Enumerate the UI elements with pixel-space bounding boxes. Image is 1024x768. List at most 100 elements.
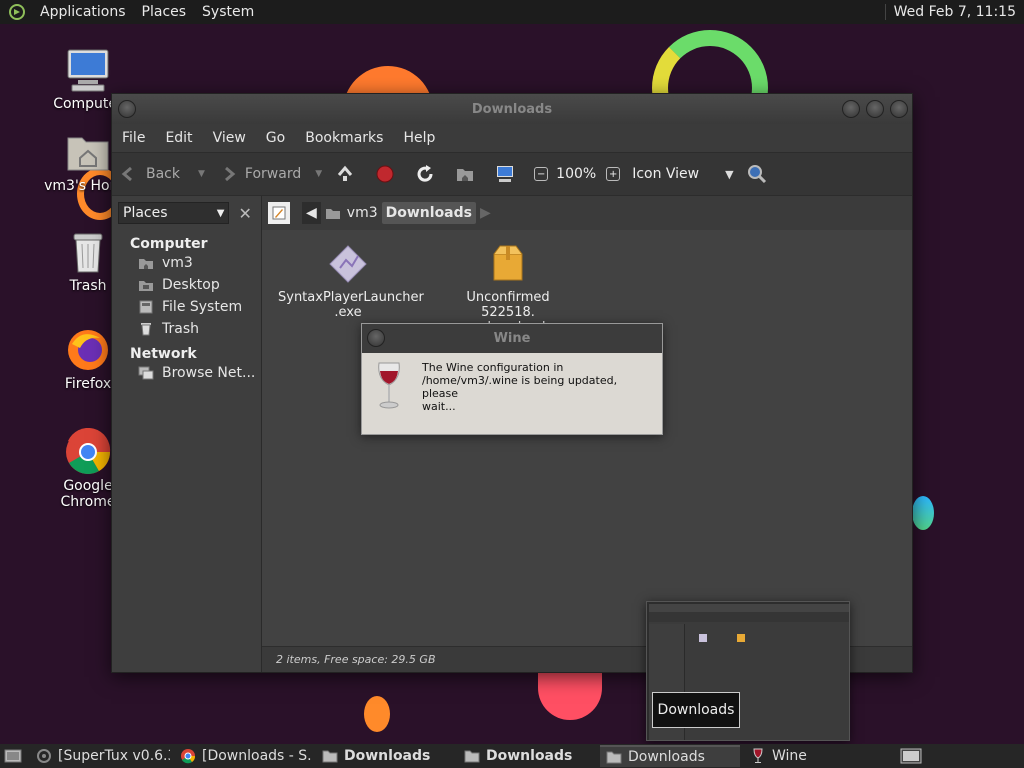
supertux-icon [36, 748, 52, 764]
reload-button[interactable] [408, 153, 448, 195]
desktop-icon-label: Trash [69, 278, 107, 294]
network-icon [138, 365, 154, 381]
sidebar-section-network: Network [130, 346, 197, 362]
window-title: Downloads [471, 101, 553, 117]
menu-places[interactable]: Places [134, 4, 195, 20]
window-titlebar[interactable]: Downloads [112, 94, 912, 124]
back-button[interactable]: Back ▼ [112, 153, 211, 195]
bottom-panel: [SuperTux v0.6.3] [Downloads - S... Down… [0, 744, 1024, 768]
file-item[interactable]: SyntaxPlayerLauncher .exe [278, 244, 424, 320]
wine-window-menu-button[interactable] [367, 329, 385, 347]
file-name: SyntaxPlayerLauncher [278, 290, 424, 305]
workspace-switcher[interactable] [894, 745, 928, 767]
close-icon[interactable]: ✕ [235, 203, 255, 223]
minimize-button[interactable] [842, 100, 860, 118]
forward-label: Forward [244, 166, 302, 182]
forward-button[interactable]: Forward ▼ [211, 153, 328, 195]
sidebar-item-label: Trash [162, 321, 199, 337]
home-icon [138, 255, 154, 271]
chevron-down-icon: ▼ [725, 167, 734, 181]
taskbar-item-downloads-3[interactable]: Downloads [600, 745, 740, 767]
close-button[interactable] [890, 100, 908, 118]
computer-icon [494, 163, 516, 185]
show-desktop-icon [4, 749, 22, 763]
zoom-out-icon[interactable]: − [534, 167, 549, 181]
up-arrow-icon [334, 163, 356, 185]
folder-icon [606, 749, 622, 765]
path-segment-vm3[interactable]: vm3 [321, 202, 382, 224]
pencil-icon [272, 206, 286, 220]
show-desktop-button[interactable] [0, 745, 26, 767]
menu-applications[interactable]: Applications [32, 4, 134, 20]
sidebar-header: Places ▼ ✕ [112, 196, 261, 230]
package-icon [488, 244, 528, 284]
home-folder-icon [454, 163, 476, 185]
desktop-icon-label: Firefox [64, 376, 112, 392]
taskbar-item-downloads-2[interactable]: Downloads [458, 745, 596, 767]
chrome-icon [64, 427, 112, 476]
path-forward-arrow-icon[interactable]: ▶ [476, 202, 495, 224]
taskbar-item-label: Downloads [344, 748, 431, 764]
file-item[interactable]: Unconfirmed 522518. crdownload [438, 244, 578, 335]
computer-button[interactable] [488, 153, 528, 195]
menu-go[interactable]: Go [256, 130, 295, 146]
up-button[interactable] [328, 153, 368, 195]
sidebar-item-browse-network[interactable]: Browse Net... [112, 362, 261, 384]
taskbar-item-wine[interactable]: Wine [744, 745, 878, 767]
view-mode-select[interactable]: Icon View ▼ [626, 153, 739, 195]
menu-system[interactable]: System [194, 4, 262, 20]
sidebar-item-filesystem[interactable]: File System [112, 296, 261, 318]
trash-icon [64, 228, 112, 276]
back-history-dropdown-icon[interactable]: ▼ [198, 169, 205, 179]
back-label: Back [146, 166, 180, 182]
distro-logo-icon[interactable] [6, 1, 28, 23]
zoom-control[interactable]: − 100% + [528, 153, 626, 195]
stop-icon [374, 163, 396, 185]
trash-icon [138, 321, 154, 337]
chevron-down-icon: ▼ [216, 207, 225, 219]
menu-bookmarks[interactable]: Bookmarks [295, 130, 393, 146]
zoom-in-icon[interactable]: + [606, 167, 621, 181]
taskbar-item-label: Wine [772, 748, 807, 764]
firefox-icon [64, 326, 112, 374]
window-menu-button[interactable] [118, 100, 136, 118]
wine-dialog-titlebar[interactable]: Wine [362, 324, 662, 353]
sidebar: Places ▼ ✕ Computer vm3 Desktop File Sys… [112, 196, 262, 672]
stop-button[interactable] [368, 153, 408, 195]
menu-file[interactable]: File [112, 130, 155, 146]
taskbar-item-chrome[interactable]: [Downloads - S... [174, 745, 312, 767]
maximize-button[interactable] [866, 100, 884, 118]
search-button[interactable] [740, 153, 780, 195]
edit-location-button[interactable] [268, 202, 290, 224]
reload-icon [414, 163, 436, 185]
home-button[interactable] [448, 153, 488, 195]
path-label: vm3 [346, 205, 378, 221]
sidebar-item-trash[interactable]: Trash [112, 318, 261, 340]
taskbar-item-supertux[interactable]: [SuperTux v0.6.3] [30, 745, 170, 767]
sidebar-item-desktop[interactable]: Desktop [112, 274, 261, 296]
view-mode-label: Icon View [632, 166, 700, 182]
workspace-icon [900, 748, 922, 764]
sidebar-selector[interactable]: Places ▼ [118, 202, 230, 224]
taskbar-item-downloads-1[interactable]: Downloads [316, 745, 454, 767]
top-panel: Applications Places System Wed Feb 7, 11… [0, 0, 1024, 24]
menubar: File Edit View Go Bookmarks Help [112, 124, 912, 152]
path-segment-downloads[interactable]: Downloads [381, 202, 476, 224]
clock[interactable]: Wed Feb 7, 11:15 [884, 4, 1024, 20]
file-name: Unconfirmed 522518. [466, 290, 550, 320]
filesystem-icon [138, 299, 154, 315]
menu-edit[interactable]: Edit [155, 130, 202, 146]
path-back-arrow-icon[interactable]: ◀ [302, 202, 321, 224]
sidebar-section-computer: Computer [130, 236, 208, 252]
back-arrow-icon [118, 163, 140, 185]
wine-dialog: Wine The Wine configuration in /home/vm3… [361, 323, 663, 435]
sidebar-item-vm3[interactable]: vm3 [112, 252, 261, 274]
sidebar-item-label: Desktop [162, 277, 220, 293]
zoom-level: 100% [556, 166, 597, 182]
forward-history-dropdown-icon[interactable]: ▼ [315, 169, 322, 179]
folder-icon [464, 748, 480, 764]
menu-help[interactable]: Help [393, 130, 445, 146]
sidebar-item-label: vm3 [162, 255, 193, 271]
wine-dialog-body: The Wine configuration in /home/vm3/.win… [362, 353, 662, 421]
menu-view[interactable]: View [203, 130, 256, 146]
